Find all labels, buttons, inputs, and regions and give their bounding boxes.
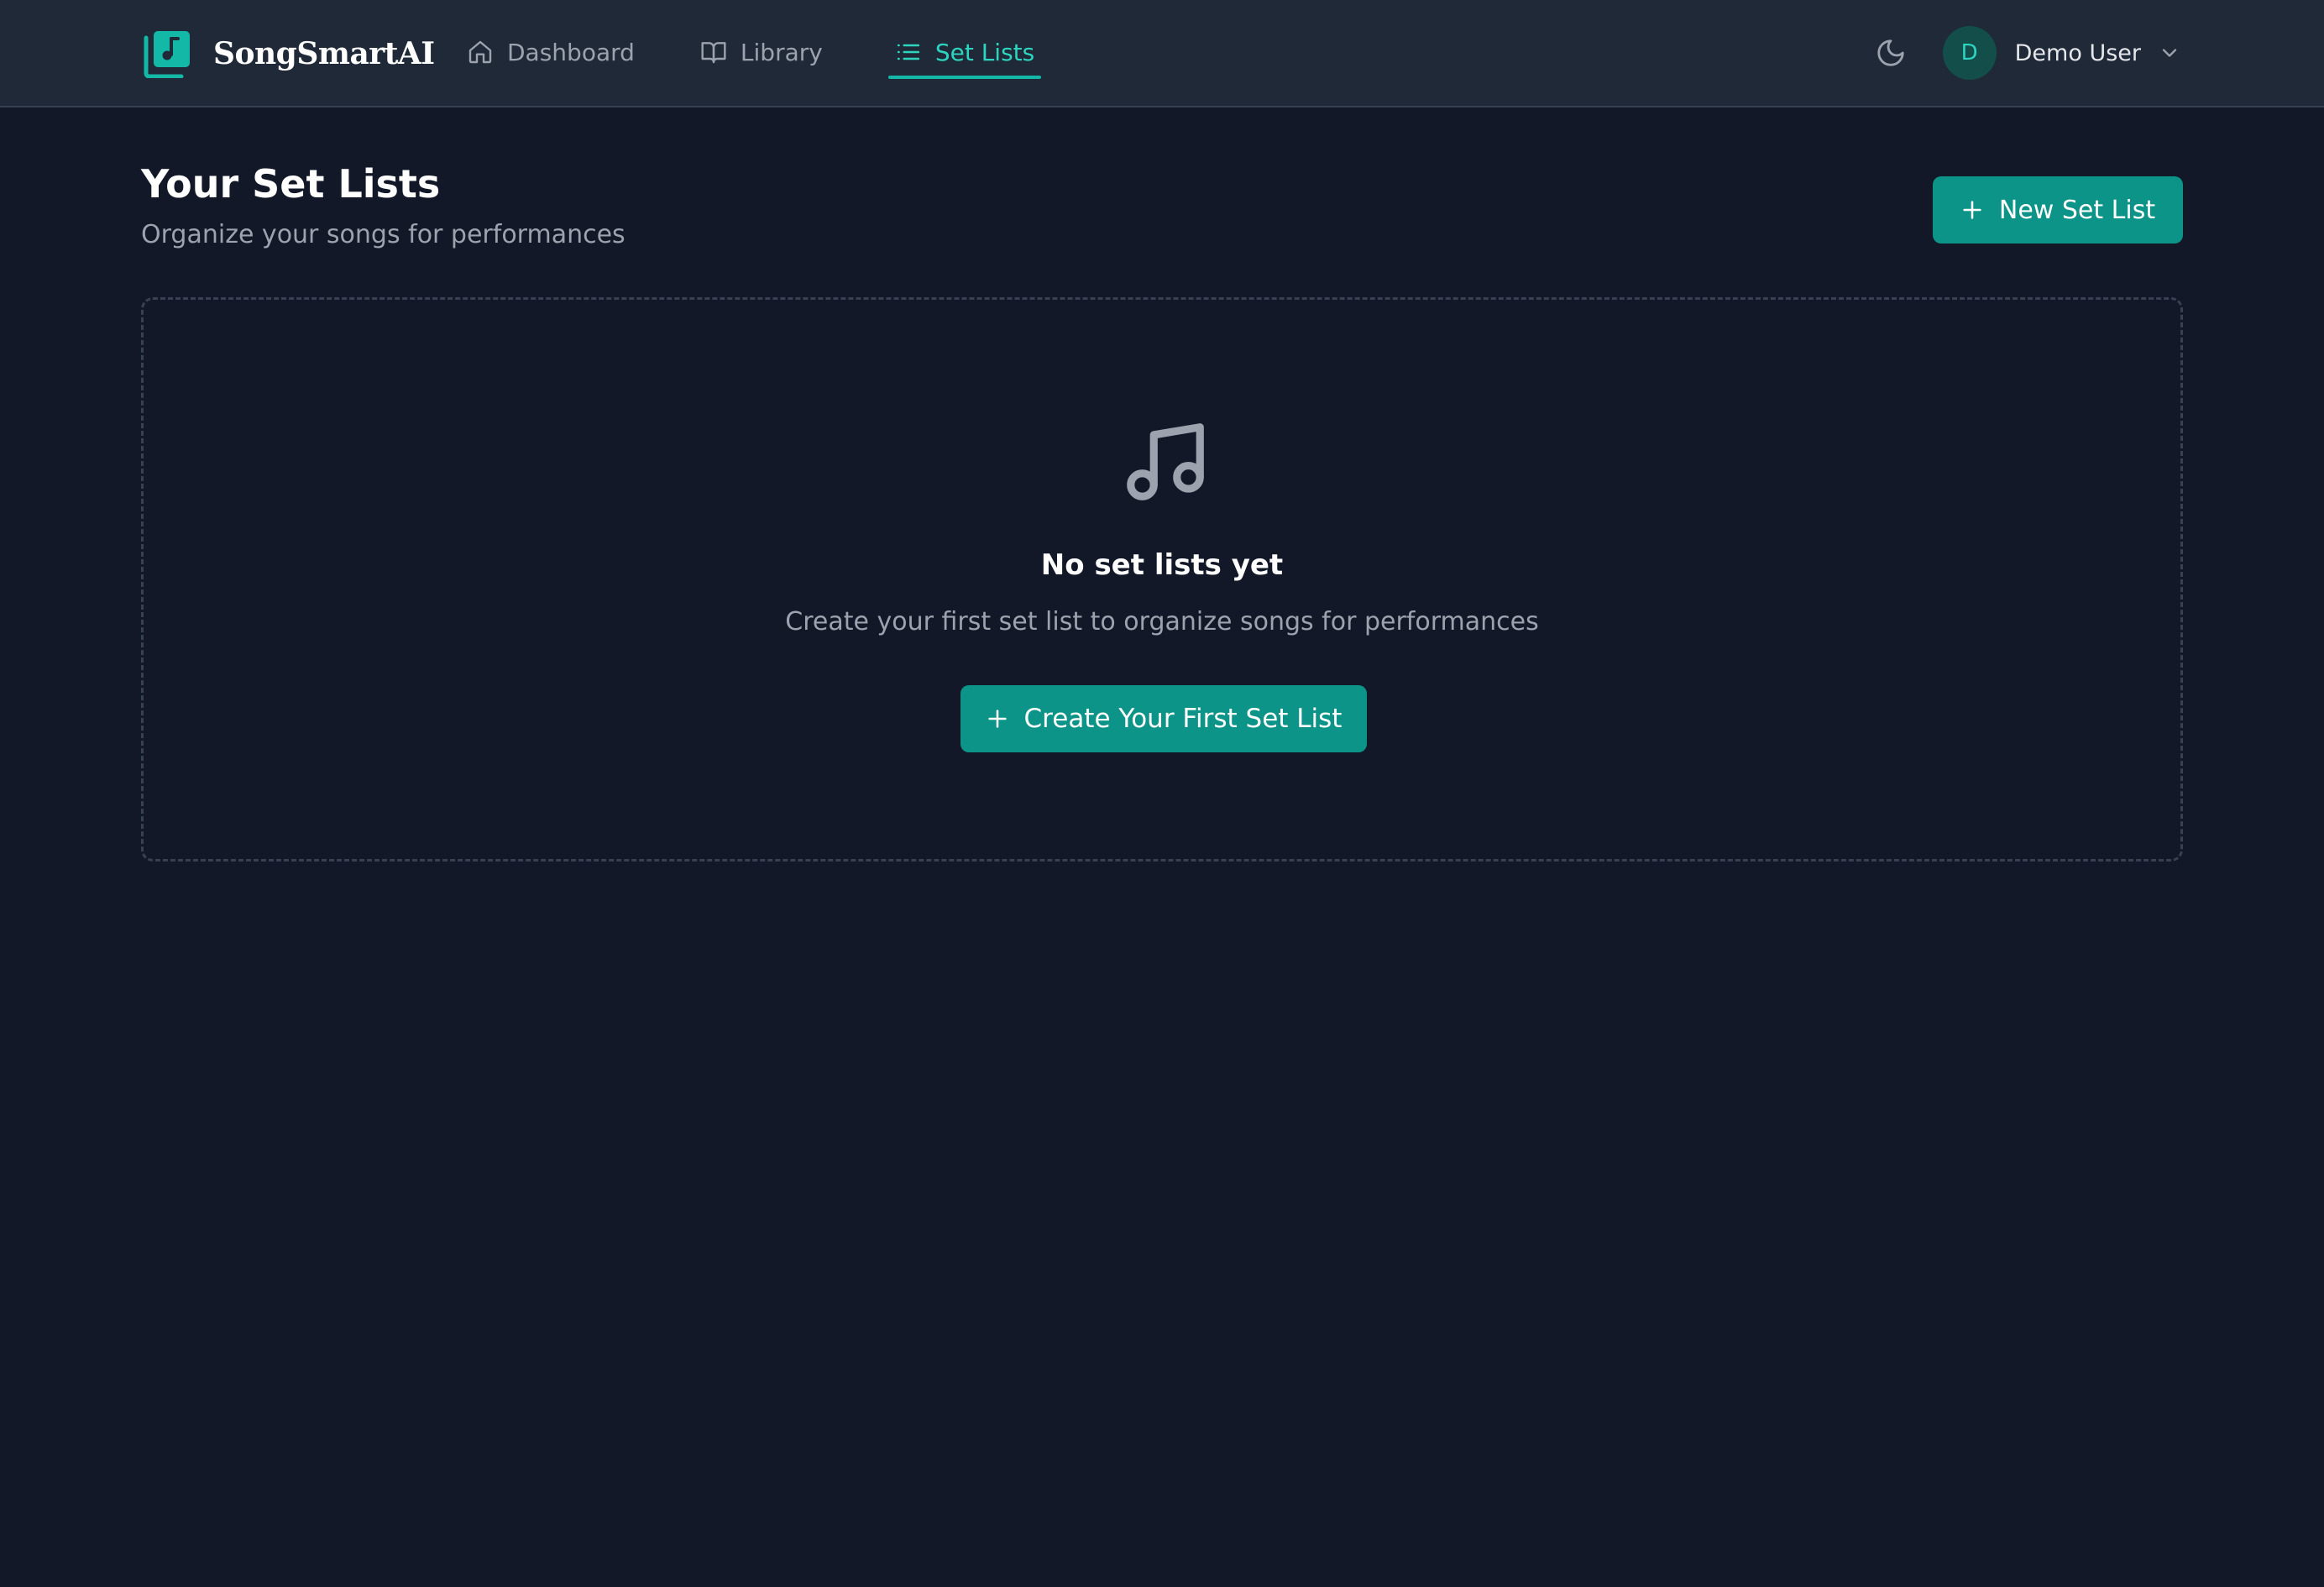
music-note-icon [1127, 423, 1204, 500]
plus-icon [1963, 201, 1981, 219]
header-actions: D Demo User [1872, 25, 2181, 81]
empty-state-title: No set lists yet [1040, 548, 1284, 582]
nav-item-label: Library [740, 38, 823, 66]
page-title: Your Set Lists [141, 161, 441, 207]
empty-state-description: Create your first set list to organize s… [785, 607, 1539, 636]
create-first-set-list-button[interactable]: Create Your First Set List [960, 685, 1367, 752]
nav-item-label: Dashboard [507, 38, 635, 66]
brand-name: SongSmartAI [213, 36, 435, 71]
list-icon [897, 44, 920, 60]
theme-toggle-button[interactable] [1872, 34, 1909, 71]
avatar-initial: D [1960, 40, 1978, 65]
nav-item-library[interactable]: Library [700, 25, 823, 79]
plus-icon [987, 710, 1007, 728]
chevron-down-icon [2162, 49, 2177, 57]
top-navbar: SongSmartAI Dashboard Library Set Lists … [0, 0, 2324, 107]
home-icon [468, 40, 492, 64]
page-subtitle: Organize your songs for performances [141, 220, 625, 249]
avatar: D [1942, 26, 1997, 80]
new-set-list-label: New Set List [1998, 195, 2156, 225]
new-set-list-button[interactable]: New Set List [1933, 176, 2183, 244]
brand-link[interactable]: SongSmartAI [143, 29, 435, 79]
main-nav: Dashboard Library Set Lists [467, 25, 1107, 79]
user-name: Demo User [2014, 39, 2141, 66]
book-open-icon [701, 42, 726, 64]
nav-item-label: Set Lists [934, 38, 1035, 66]
music-library-icon [144, 31, 190, 78]
create-first-set-list-label: Create Your First Set List [1023, 704, 1343, 734]
nav-item-dashboard[interactable]: Dashboard [467, 25, 635, 79]
empty-state-card: No set lists yet Create your first set l… [141, 297, 2183, 862]
user-menu-button[interactable]: D Demo User [1942, 26, 2181, 80]
nav-item-set-lists[interactable]: Set Lists [887, 25, 1042, 79]
moon-icon [1877, 39, 1904, 66]
